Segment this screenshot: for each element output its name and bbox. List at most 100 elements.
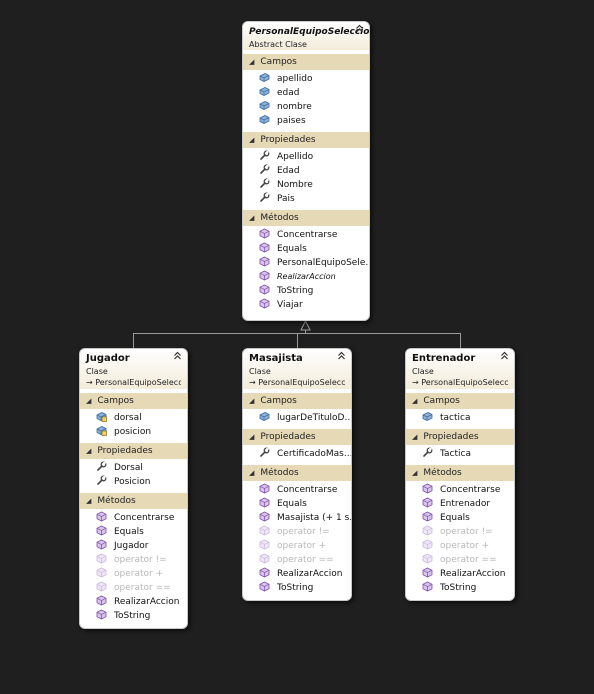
member-item[interactable]: Equals	[406, 511, 514, 525]
member-item[interactable]: operator +	[406, 539, 514, 553]
section-header-metodos[interactable]: ◢ Métodos	[406, 465, 514, 481]
section-header-propiedades[interactable]: ◢ Propiedades	[80, 443, 187, 459]
member-item[interactable]: Equals	[243, 497, 351, 511]
double-chevron-up-icon[interactable]	[173, 351, 182, 362]
double-chevron-up-icon[interactable]	[355, 24, 364, 35]
class-header[interactable]: EntrenadorClase→ PersonalEquipoSelecci..…	[406, 349, 514, 389]
member-label: Entrenador	[440, 499, 491, 509]
member-item[interactable]: operator !=	[80, 553, 187, 567]
section-header-propiedades[interactable]: ◢ Propiedades	[243, 429, 351, 445]
member-label: ToString	[440, 583, 477, 593]
class-header[interactable]: MasajistaClase→ PersonalEquipoSelecci...	[243, 349, 351, 389]
member-item[interactable]: ToString	[243, 284, 369, 298]
member-label: Equals	[277, 499, 307, 509]
section-items: Concentrarse Equals PersonalEquipoSele... R…	[243, 226, 369, 312]
method-icon	[259, 284, 270, 295]
member-label: Nombre	[277, 180, 313, 190]
method-icon	[422, 483, 433, 494]
member-item[interactable]: operator ==	[406, 553, 514, 567]
member-label: ToString	[277, 286, 314, 296]
member-item[interactable]: Pais	[243, 192, 369, 206]
section-header-campos[interactable]: ◢ Campos	[243, 54, 369, 70]
inheritance-arrow-icon: →	[249, 378, 259, 387]
section-header-campos[interactable]: ◢ Campos	[80, 393, 187, 409]
member-item[interactable]: operator +	[80, 567, 187, 581]
class-box-jugador[interactable]: JugadorClase→ PersonalEquipoSelecci...◢C…	[79, 348, 188, 629]
method-icon	[96, 581, 107, 592]
section-title: Campos	[260, 396, 297, 406]
member-item[interactable]: operator !=	[406, 525, 514, 539]
method-icon	[259, 567, 270, 578]
member-item[interactable]: Nombre	[243, 178, 369, 192]
section-header-metodos[interactable]: ◢ Métodos	[243, 210, 369, 226]
member-item[interactable]: operator ==	[80, 581, 187, 595]
method-icon	[96, 567, 107, 578]
member-item[interactable]: paises	[243, 114, 369, 128]
double-chevron-up-icon[interactable]	[500, 351, 509, 362]
member-item[interactable]: Jugador	[80, 539, 187, 553]
member-item[interactable]: edad	[243, 86, 369, 100]
member-item[interactable]: RealizarAccion	[80, 595, 187, 609]
member-item[interactable]: Dorsal	[80, 461, 187, 475]
member-item[interactable]: tactica	[406, 411, 514, 425]
member-item[interactable]: Viajar	[243, 298, 369, 312]
member-item[interactable]: Equals	[80, 525, 187, 539]
member-item[interactable]: Concentrarse	[80, 511, 187, 525]
section-header-propiedades[interactable]: ◢ Propiedades	[406, 429, 514, 445]
member-item[interactable]: apellido	[243, 72, 369, 86]
class-header[interactable]: PersonalEquipoSeleccion Abstract Clase	[243, 22, 369, 50]
member-item[interactable]: nombre	[243, 100, 369, 114]
member-item[interactable]: Tactica	[406, 447, 514, 461]
member-item[interactable]: RealizarAccion	[406, 567, 514, 581]
member-item[interactable]: Entrenador	[406, 497, 514, 511]
member-item[interactable]: Posicion	[80, 475, 187, 489]
member-item[interactable]: Concentrarse	[406, 483, 514, 497]
wrench-icon	[260, 447, 270, 457]
wrench-icon	[260, 164, 270, 174]
section-header-campos[interactable]: ◢ Campos	[406, 393, 514, 409]
member-item[interactable]: posicion	[80, 425, 187, 439]
class-box-entrenador[interactable]: EntrenadorClase→ PersonalEquipoSelecci..…	[405, 348, 515, 601]
method-icon	[259, 511, 270, 522]
member-item[interactable]: Apellido	[243, 150, 369, 164]
member-item[interactable]: Masajista (+ 1 s...	[243, 511, 351, 525]
class-box-masajista[interactable]: MasajistaClase→ PersonalEquipoSelecci...…	[242, 348, 352, 601]
member-item[interactable]: CertificadoMas...	[243, 447, 351, 461]
method-icon	[259, 298, 270, 309]
double-chevron-up-icon[interactable]	[337, 351, 346, 362]
section-items: Apellido Edad Nombre Pais	[243, 148, 369, 206]
member-item[interactable]: PersonalEquipoSele...	[243, 256, 369, 270]
member-item[interactable]: Edad	[243, 164, 369, 178]
base-class-reference: → PersonalEquipoSelecci...	[249, 377, 345, 389]
member-item[interactable]: dorsal	[80, 411, 187, 425]
member-item[interactable]: operator !=	[243, 525, 351, 539]
member-item[interactable]: operator ==	[243, 553, 351, 567]
section-header-propiedades[interactable]: ◢ Propiedades	[243, 132, 369, 148]
base-class-reference: → PersonalEquipoSelecci...	[86, 377, 181, 389]
section-items: lugarDeTituloD...	[243, 409, 351, 425]
member-label: RealizarAccion	[114, 597, 180, 607]
member-item[interactable]: ToString	[80, 609, 187, 623]
member-label: operator ==	[114, 583, 171, 593]
member-item[interactable]: lugarDeTituloD...	[243, 411, 351, 425]
inheritance-arrow-icon: →	[412, 378, 422, 387]
wrench-icon	[260, 150, 270, 160]
member-item[interactable]: ToString	[406, 581, 514, 595]
triangle-down-icon: ◢	[249, 397, 255, 405]
member-item[interactable]: RealizarAccion	[243, 567, 351, 581]
member-item[interactable]: operator +	[243, 539, 351, 553]
triangle-down-icon: ◢	[249, 58, 255, 66]
section-header-metodos[interactable]: ◢ Métodos	[243, 465, 351, 481]
section-header-metodos[interactable]: ◢ Métodos	[80, 493, 187, 509]
member-item[interactable]: Concentrarse	[243, 228, 369, 242]
member-item[interactable]: ToString	[243, 581, 351, 595]
member-item[interactable]: Concentrarse	[243, 483, 351, 497]
section-items: Tactica	[406, 445, 514, 461]
member-item[interactable]: RealizarAccion	[243, 270, 369, 284]
class-stereotype: Clase	[86, 367, 108, 376]
section-header-campos[interactable]: ◢ Campos	[243, 393, 351, 409]
member-item[interactable]: Equals	[243, 242, 369, 256]
member-label: Apellido	[277, 152, 314, 162]
class-header[interactable]: JugadorClase→ PersonalEquipoSelecci...	[80, 349, 187, 389]
class-box-personal-equipo-seleccion[interactable]: PersonalEquipoSeleccion Abstract Clase ◢ Ca…	[242, 21, 370, 321]
